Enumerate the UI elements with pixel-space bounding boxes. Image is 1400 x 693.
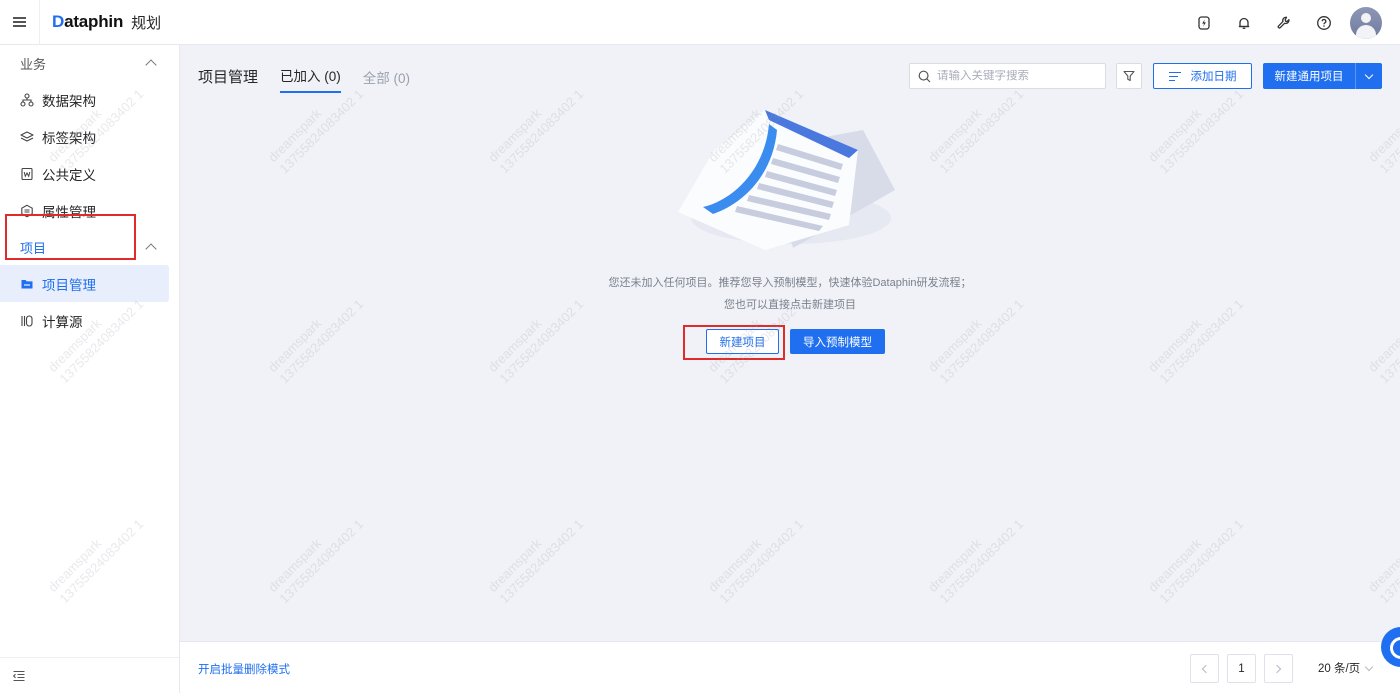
chevron-right-icon	[1272, 664, 1282, 673]
group-label: 项目	[20, 240, 47, 256]
page-title: 项目管理	[198, 69, 259, 86]
logo-text: Dataphin	[52, 12, 124, 31]
architecture-icon	[20, 92, 34, 107]
collapse-sidebar-icon[interactable]	[0, 657, 179, 693]
search-box[interactable]	[909, 63, 1106, 89]
page-size-label: 20 条/页	[1318, 663, 1361, 675]
tab-joined[interactable]: 已加入 (0)	[280, 65, 341, 93]
menu-toggle-icon[interactable]	[0, 0, 40, 45]
lightning-badge-icon[interactable]	[1184, 0, 1224, 45]
sidebar-item-attribute-management[interactable]: 属性管理	[0, 192, 169, 229]
footer-bar: 开启批量删除模式 1 20 条/页	[180, 641, 1400, 693]
page-number-1[interactable]: 1	[1227, 654, 1256, 683]
empty-state-message: 您还未加入任何项目。推荐您导入预制模型，快速体验Dataphin研发流程；	[608, 277, 972, 289]
sidebar-group-business[interactable]: 业务	[0, 45, 179, 81]
sidebar-item-label: 标签架构	[42, 130, 96, 146]
import-preset-model-button[interactable]: 导入预制模型	[790, 329, 885, 354]
sidebar-item-label: 公共定义	[42, 167, 96, 183]
help-icon[interactable]	[1304, 0, 1344, 45]
sidebar-group-project[interactable]: 项目	[0, 229, 179, 265]
add-date-sort-button[interactable]: 添加日期	[1153, 63, 1252, 89]
app-logo[interactable]: Dataphin	[52, 12, 123, 32]
module-title: 规划	[131, 14, 162, 32]
compute-source-icon	[20, 314, 34, 328]
attribute-icon	[20, 204, 34, 218]
batch-delete-mode-link[interactable]: 开启批量删除模式	[198, 661, 290, 677]
tab-all[interactable]: 全部 (0)	[363, 67, 410, 93]
empty-state-hint: 您也可以直接点击新建项目	[724, 299, 856, 311]
next-page-button[interactable]	[1264, 654, 1293, 683]
chevron-down-icon	[1364, 662, 1374, 671]
user-avatar[interactable]	[1350, 6, 1382, 39]
top-bar: Dataphin 规划	[0, 0, 1400, 45]
page-size-select[interactable]: 20 条/页	[1318, 660, 1374, 676]
top-actions	[1184, 0, 1400, 45]
search-input[interactable]	[937, 70, 1097, 82]
sidebar-item-label: 属性管理	[42, 204, 96, 220]
layers-icon	[20, 130, 34, 144]
sidebar-item-label: 数据架构	[42, 93, 96, 109]
chevron-up-icon	[145, 243, 157, 255]
filter-icon	[1123, 70, 1135, 82]
empty-document-illustration	[678, 110, 895, 250]
sidebar-item-label: 项目管理	[42, 277, 96, 293]
search-icon	[918, 70, 931, 82]
new-general-project-button[interactable]: 新建通用项目	[1263, 63, 1355, 89]
sidebar-item-tag-architecture[interactable]: 标签架构	[0, 118, 169, 155]
new-project-dropdown-button[interactable]	[1355, 63, 1382, 89]
chevron-up-icon	[145, 59, 157, 71]
new-general-project-label: 新建通用项目	[1274, 71, 1344, 83]
tab-bar: 项目管理 已加入 (0) 全部 (0)	[198, 65, 432, 93]
wrench-icon[interactable]	[1264, 0, 1304, 45]
sidebar-item-compute-source[interactable]: 计算源	[0, 302, 169, 339]
sidebar: 业务 数据架构 标签架构 公共定义 属性管理 项目 项目管理 计算源	[0, 45, 180, 693]
prev-page-button[interactable]	[1190, 654, 1219, 683]
group-label: 业务	[20, 56, 47, 72]
main-content: 项目管理 已加入 (0) 全部 (0) 添加日期 新建通用项目 您还未加入任	[180, 45, 1400, 641]
chevron-down-icon	[1364, 70, 1374, 79]
filter-button[interactable]	[1116, 63, 1142, 89]
add-date-label: 添加日期	[1190, 71, 1237, 83]
sidebar-item-project-management[interactable]: 项目管理	[0, 265, 169, 302]
sidebar-item-data-architecture[interactable]: 数据架构	[0, 81, 169, 118]
create-project-button[interactable]: 新建项目	[706, 329, 779, 354]
sidebar-item-public-definition[interactable]: 公共定义	[0, 155, 169, 192]
bell-icon[interactable]	[1224, 0, 1264, 45]
sidebar-item-label: 计算源	[42, 314, 83, 330]
sort-lines-icon	[1168, 71, 1181, 81]
chevron-left-icon	[1201, 664, 1211, 673]
folder-icon	[20, 277, 34, 291]
document-w-icon	[20, 167, 34, 181]
